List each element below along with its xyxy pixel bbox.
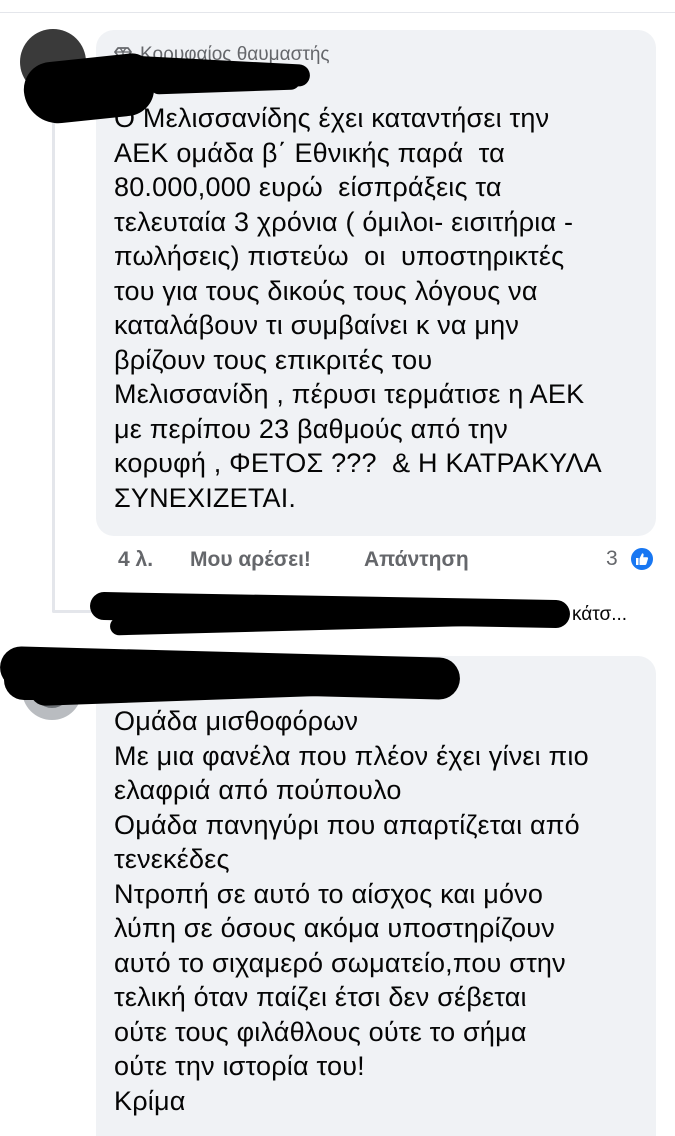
comment-text: Ο Μελισσανίδης έχει καταντήσει την ΑΕΚ ο…	[114, 103, 602, 513]
like-thumb-icon[interactable]	[629, 546, 655, 572]
thread-line-branch	[52, 610, 92, 613]
reaction-count[interactable]: 3	[606, 547, 618, 571]
thread-line	[52, 100, 55, 612]
reply-preview-link[interactable]: κάτσ...	[572, 604, 627, 626]
like-button[interactable]: Μου αρέσει!	[190, 548, 311, 572]
comment-text: Ομάδα μισθοφόρων Με μια φανέλα που πλέον…	[114, 706, 589, 1116]
top-divider	[0, 0, 675, 13]
reply-button[interactable]: Απάντηση	[364, 548, 469, 572]
comment-timestamp[interactable]: 4 λ.	[118, 548, 153, 572]
